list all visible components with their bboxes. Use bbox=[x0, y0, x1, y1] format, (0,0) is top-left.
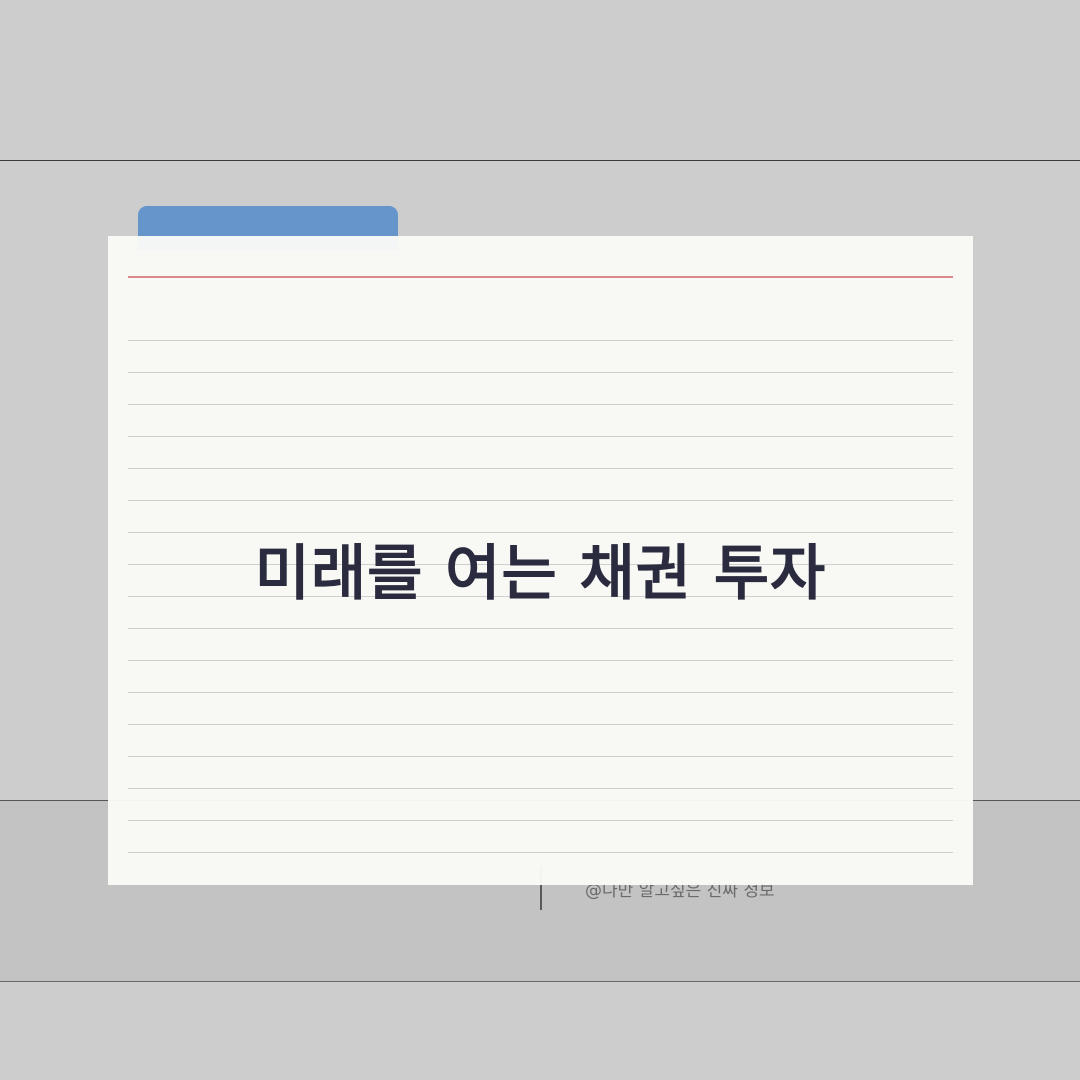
card-rule-line bbox=[128, 692, 953, 693]
bottom-divider-line bbox=[0, 981, 1080, 982]
card-rule-line bbox=[128, 468, 953, 469]
card-rule-line bbox=[128, 404, 953, 405]
card-rule-line bbox=[128, 436, 953, 437]
card-rule-line bbox=[128, 660, 953, 661]
top-divider-line bbox=[0, 160, 1080, 161]
card-rule-line bbox=[128, 820, 953, 821]
card-rule-line bbox=[128, 788, 953, 789]
card-rule-line bbox=[128, 500, 953, 501]
card-rule-line bbox=[128, 532, 953, 533]
card-title: 미래를 여는 채권 투자 bbox=[254, 539, 827, 609]
card-rule-line bbox=[128, 372, 953, 373]
card-rule-line bbox=[128, 724, 953, 725]
card-rule-line bbox=[128, 852, 953, 853]
card-rule-line bbox=[128, 628, 953, 629]
card-rule-line bbox=[128, 756, 953, 757]
index-card: 미래를 여는 채권 투자 bbox=[108, 236, 973, 885]
card-rule-line bbox=[128, 340, 953, 341]
